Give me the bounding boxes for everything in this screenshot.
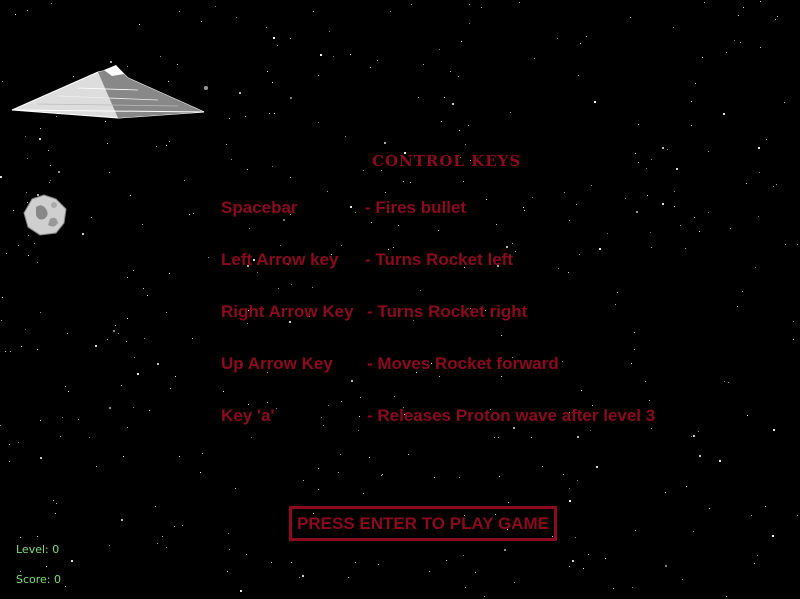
control-key-label: Key 'a'	[221, 406, 275, 425]
asteroid-icon	[23, 194, 67, 236]
control-action-label: - Moves Rocket forward	[367, 354, 559, 373]
enemy-starship-icon	[11, 65, 208, 119]
control-key-label: Spacebar	[221, 198, 298, 217]
control-keys-title: CONTROL KEYS	[372, 152, 522, 170]
control-action-label: - Releases Proton wave after level 3	[367, 406, 656, 425]
control-key-label: Right Arrow Key	[221, 302, 354, 321]
control-action-label: - Turns Rocket right	[367, 302, 528, 321]
press-enter-play-button[interactable]: PRESS ENTER TO PLAY GAME	[289, 506, 557, 541]
control-action-label: - Turns Rocket left	[365, 250, 513, 269]
control-key-label: Left Arrow key	[221, 250, 339, 269]
score-indicator: Score: 0	[16, 573, 62, 586]
control-key-label: Up Arrow Key	[221, 354, 333, 373]
level-indicator: Level: 0	[16, 543, 60, 556]
control-action-label: - Fires bullet	[365, 198, 467, 217]
